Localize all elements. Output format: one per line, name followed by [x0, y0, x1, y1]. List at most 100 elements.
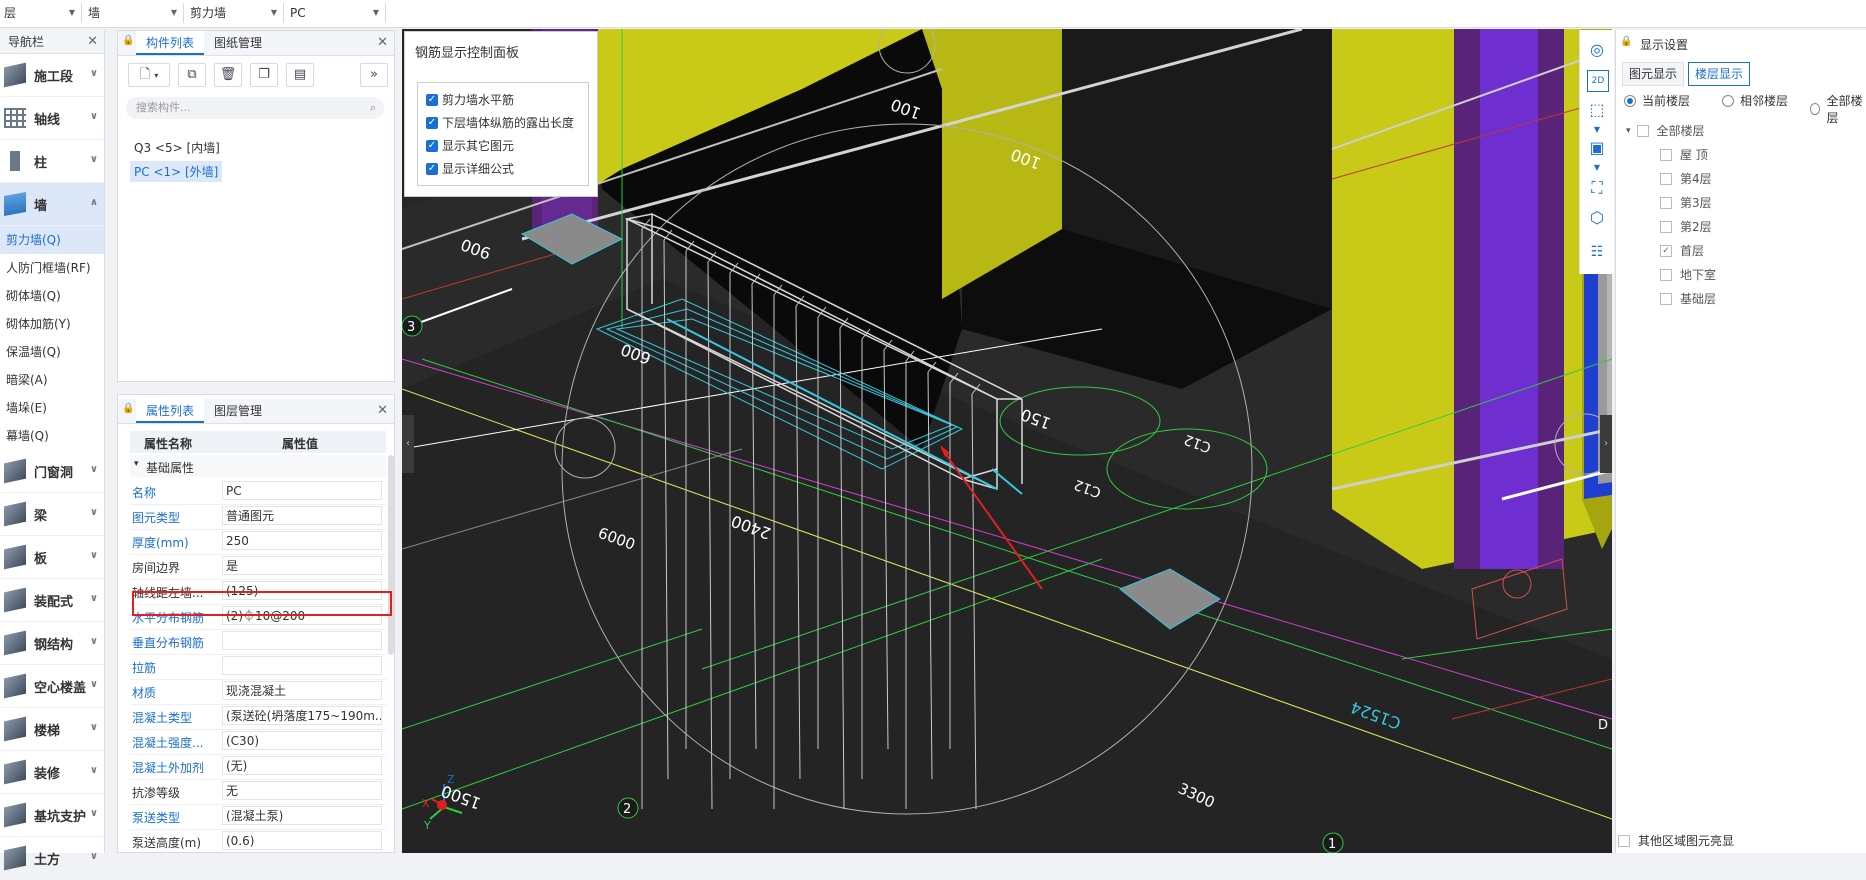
copy-button[interactable]: ⧉ — [178, 63, 206, 87]
list-settings-icon[interactable]: ☷ — [1587, 242, 1607, 262]
cube-view-icon[interactable]: ⬚ — [1587, 100, 1607, 120]
nav-cat-door-window[interactable]: 门窗洞 ∨ — [0, 450, 104, 493]
property-value-field[interactable]: 无 — [222, 781, 382, 800]
property-row[interactable]: 泵送高度(m) (0.6) — [130, 829, 386, 852]
nav-sub-insulation-wall[interactable]: 保温墙(Q) — [0, 338, 104, 366]
option-lower-wall-exposure[interactable]: ✓ 下层墙体纵筋的露出长度 — [426, 114, 574, 131]
tab-floor-display[interactable]: 楼层显示 — [1688, 62, 1751, 86]
property-value-field[interactable]: 普通图元 — [222, 506, 382, 525]
chevron-down-icon[interactable]: ▼ — [1587, 120, 1607, 140]
option-show-formula[interactable]: ✓ 显示详细公式 — [426, 160, 514, 177]
tab-drawing-management[interactable]: 图纸管理 — [204, 31, 272, 55]
close-icon[interactable]: ✕ — [87, 30, 98, 54]
floor-3[interactable]: 第3层 — [1660, 194, 1712, 211]
floor-first[interactable]: ✓ 首层 — [1660, 242, 1704, 259]
search-input[interactable]: 搜索构件... ⌕ — [126, 97, 384, 119]
view-2d-button[interactable]: 2D — [1587, 70, 1609, 92]
new-component-button[interactable]: 🗋 ▾ — [128, 63, 170, 87]
option-shear-wall-horizontal[interactable]: ✓ 剪力墙水平筋 — [426, 91, 514, 108]
property-value-field[interactable]: 现浇混凝土 — [222, 681, 382, 700]
nav-cat-column[interactable]: 柱 ∨ — [0, 140, 104, 183]
property-value-field[interactable]: (0.6) — [222, 831, 382, 850]
property-value-field[interactable]: 250 — [222, 531, 382, 550]
floor-2[interactable]: 第2层 — [1660, 218, 1712, 235]
type-combo[interactable]: 剪力墙 ▼ — [186, 3, 284, 23]
property-value-field[interactable] — [222, 631, 382, 650]
nav-cat-steel[interactable]: 钢结构 ∨ — [0, 622, 104, 665]
property-value-field[interactable]: (泵送砼(坍落度175~190m... — [222, 706, 382, 725]
duplicate-button[interactable]: ❐ — [250, 63, 278, 87]
close-icon[interactable]: ✕ — [377, 31, 388, 55]
property-row[interactable]: 材质 现浇混凝土 — [130, 679, 386, 705]
delete-button[interactable]: 🗑 — [214, 63, 242, 87]
close-icon[interactable]: ✕ — [377, 399, 388, 423]
property-row[interactable]: 图元类型 普通图元 — [130, 504, 386, 530]
radio-adjacent-floor[interactable]: 相邻楼层 — [1722, 92, 1788, 109]
tab-layer-management[interactable]: 图层管理 — [204, 399, 272, 423]
tree-root-all-floors[interactable]: ▾ 全部楼层 — [1626, 122, 1705, 139]
chevron-down-icon[interactable]: ▼ — [1587, 158, 1607, 178]
property-value-field[interactable]: 是 — [222, 556, 382, 575]
floor-combo[interactable]: 层 ▼ — [0, 3, 82, 23]
nav-cat-earthwork[interactable]: 土方 ∨ — [0, 837, 104, 880]
solid-view-icon[interactable]: ▣ — [1587, 138, 1607, 158]
layer-copy-button[interactable]: ▤ — [286, 63, 314, 87]
nav-sub-masonry-rebar[interactable]: 砌体加筋(Y) — [0, 310, 104, 338]
group-basic-properties[interactable]: ▾ 基础属性 — [130, 455, 386, 477]
floor-roof[interactable]: 屋 顶 — [1660, 146, 1708, 163]
nav-sub-wall-pier[interactable]: 墙垛(E) — [0, 394, 104, 422]
nav-sub-curtain-wall[interactable]: 幕墙(Q) — [0, 422, 104, 450]
lock-icon[interactable]: 🔒 — [1620, 36, 1632, 47]
property-scrollbar[interactable] — [388, 455, 394, 655]
orbit-icon[interactable]: ◎ — [1587, 40, 1607, 60]
nav-cat-axis[interactable]: 轴线 ∨ — [0, 97, 104, 140]
nav-sub-masonry-wall[interactable]: 砌体墙(Q) — [0, 282, 104, 310]
property-value-field[interactable]: (无) — [222, 756, 382, 775]
property-value-field[interactable] — [222, 656, 382, 675]
property-row[interactable]: 泵送类型 (混凝土泵) — [130, 804, 386, 830]
lock-icon[interactable]: 🔒 — [122, 35, 134, 46]
nav-cat-construction-segment[interactable]: 施工段 ∨ — [0, 54, 104, 97]
nav-sub-shear-wall[interactable]: 剪力墙(Q) — [0, 226, 104, 254]
property-row[interactable]: 混凝土类型 (泵送砼(坍落度175~190m... — [130, 704, 386, 730]
nav-cat-pit-support[interactable]: 基坑支护 ∨ — [0, 794, 104, 837]
isometric-view-icon[interactable]: ⬡ — [1587, 208, 1607, 228]
fit-view-icon[interactable]: ⛶ — [1587, 178, 1607, 198]
lock-icon[interactable]: 🔒 — [122, 403, 134, 414]
nav-cat-prefab[interactable]: 装配式 ∨ — [0, 579, 104, 622]
nav-cat-slab[interactable]: 板 ∨ — [0, 536, 104, 579]
nav-cat-beam[interactable]: 梁 ∨ — [0, 493, 104, 536]
floor-4[interactable]: 第4层 — [1660, 170, 1712, 187]
nav-cat-decoration[interactable]: 装修 ∨ — [0, 751, 104, 794]
nav-sub-civil-defense-wall[interactable]: 人防门框墙(RF) — [0, 254, 104, 282]
more-button[interactable]: » — [360, 63, 388, 87]
property-row[interactable]: 名称 PC — [130, 479, 386, 505]
nav-cat-stairs[interactable]: 楼梯 ∨ — [0, 708, 104, 751]
radio-current-floor[interactable]: 当前楼层 — [1624, 92, 1690, 109]
property-row[interactable]: 房间边界 是 — [130, 554, 386, 580]
property-row[interactable]: 垂直分布钢筋 — [130, 629, 386, 655]
component-item-q3[interactable]: Q3 <5> [内墙] — [130, 137, 224, 158]
floor-foundation[interactable]: 基础层 — [1660, 290, 1716, 307]
tab-element-display[interactable]: 图元显示 — [1622, 62, 1685, 86]
tab-component-list[interactable]: 构件列表 — [136, 31, 205, 55]
nav-cat-wall[interactable]: 墙 ∧ — [0, 183, 104, 226]
property-row[interactable]: 抗渗等级 无 — [130, 779, 386, 805]
option-show-other-elements[interactable]: ✓ 显示其它图元 — [426, 137, 514, 154]
property-row[interactable]: 厚度(mm) 250 — [130, 529, 386, 555]
nav-sub-hidden-beam[interactable]: 暗梁(A) — [0, 366, 104, 394]
component-item-pc[interactable]: PC <1> [外墙] — [130, 161, 223, 182]
property-row[interactable]: 拉筋 — [130, 654, 386, 680]
property-value-field[interactable]: PC — [222, 481, 382, 500]
property-row[interactable]: 混凝土强度... (C30) — [130, 729, 386, 755]
property-value-field[interactable]: (混凝土泵) — [222, 806, 382, 825]
component-combo[interactable]: PC ▼ — [286, 3, 386, 23]
other-area-highlight-option[interactable]: 其他区域图元亮显 — [1618, 832, 1734, 849]
left-collapse-handle[interactable]: ‹ — [402, 415, 414, 473]
property-row[interactable]: 混凝土外加剂 (无) — [130, 754, 386, 780]
right-collapse-handle[interactable]: › — [1600, 415, 1612, 473]
property-value-field[interactable]: (C30) — [222, 731, 382, 750]
floor-basement[interactable]: 地下室 — [1660, 266, 1716, 283]
tab-property-list[interactable]: 属性列表 — [136, 399, 205, 423]
radio-all-floors[interactable]: 全部楼层 — [1810, 92, 1866, 126]
